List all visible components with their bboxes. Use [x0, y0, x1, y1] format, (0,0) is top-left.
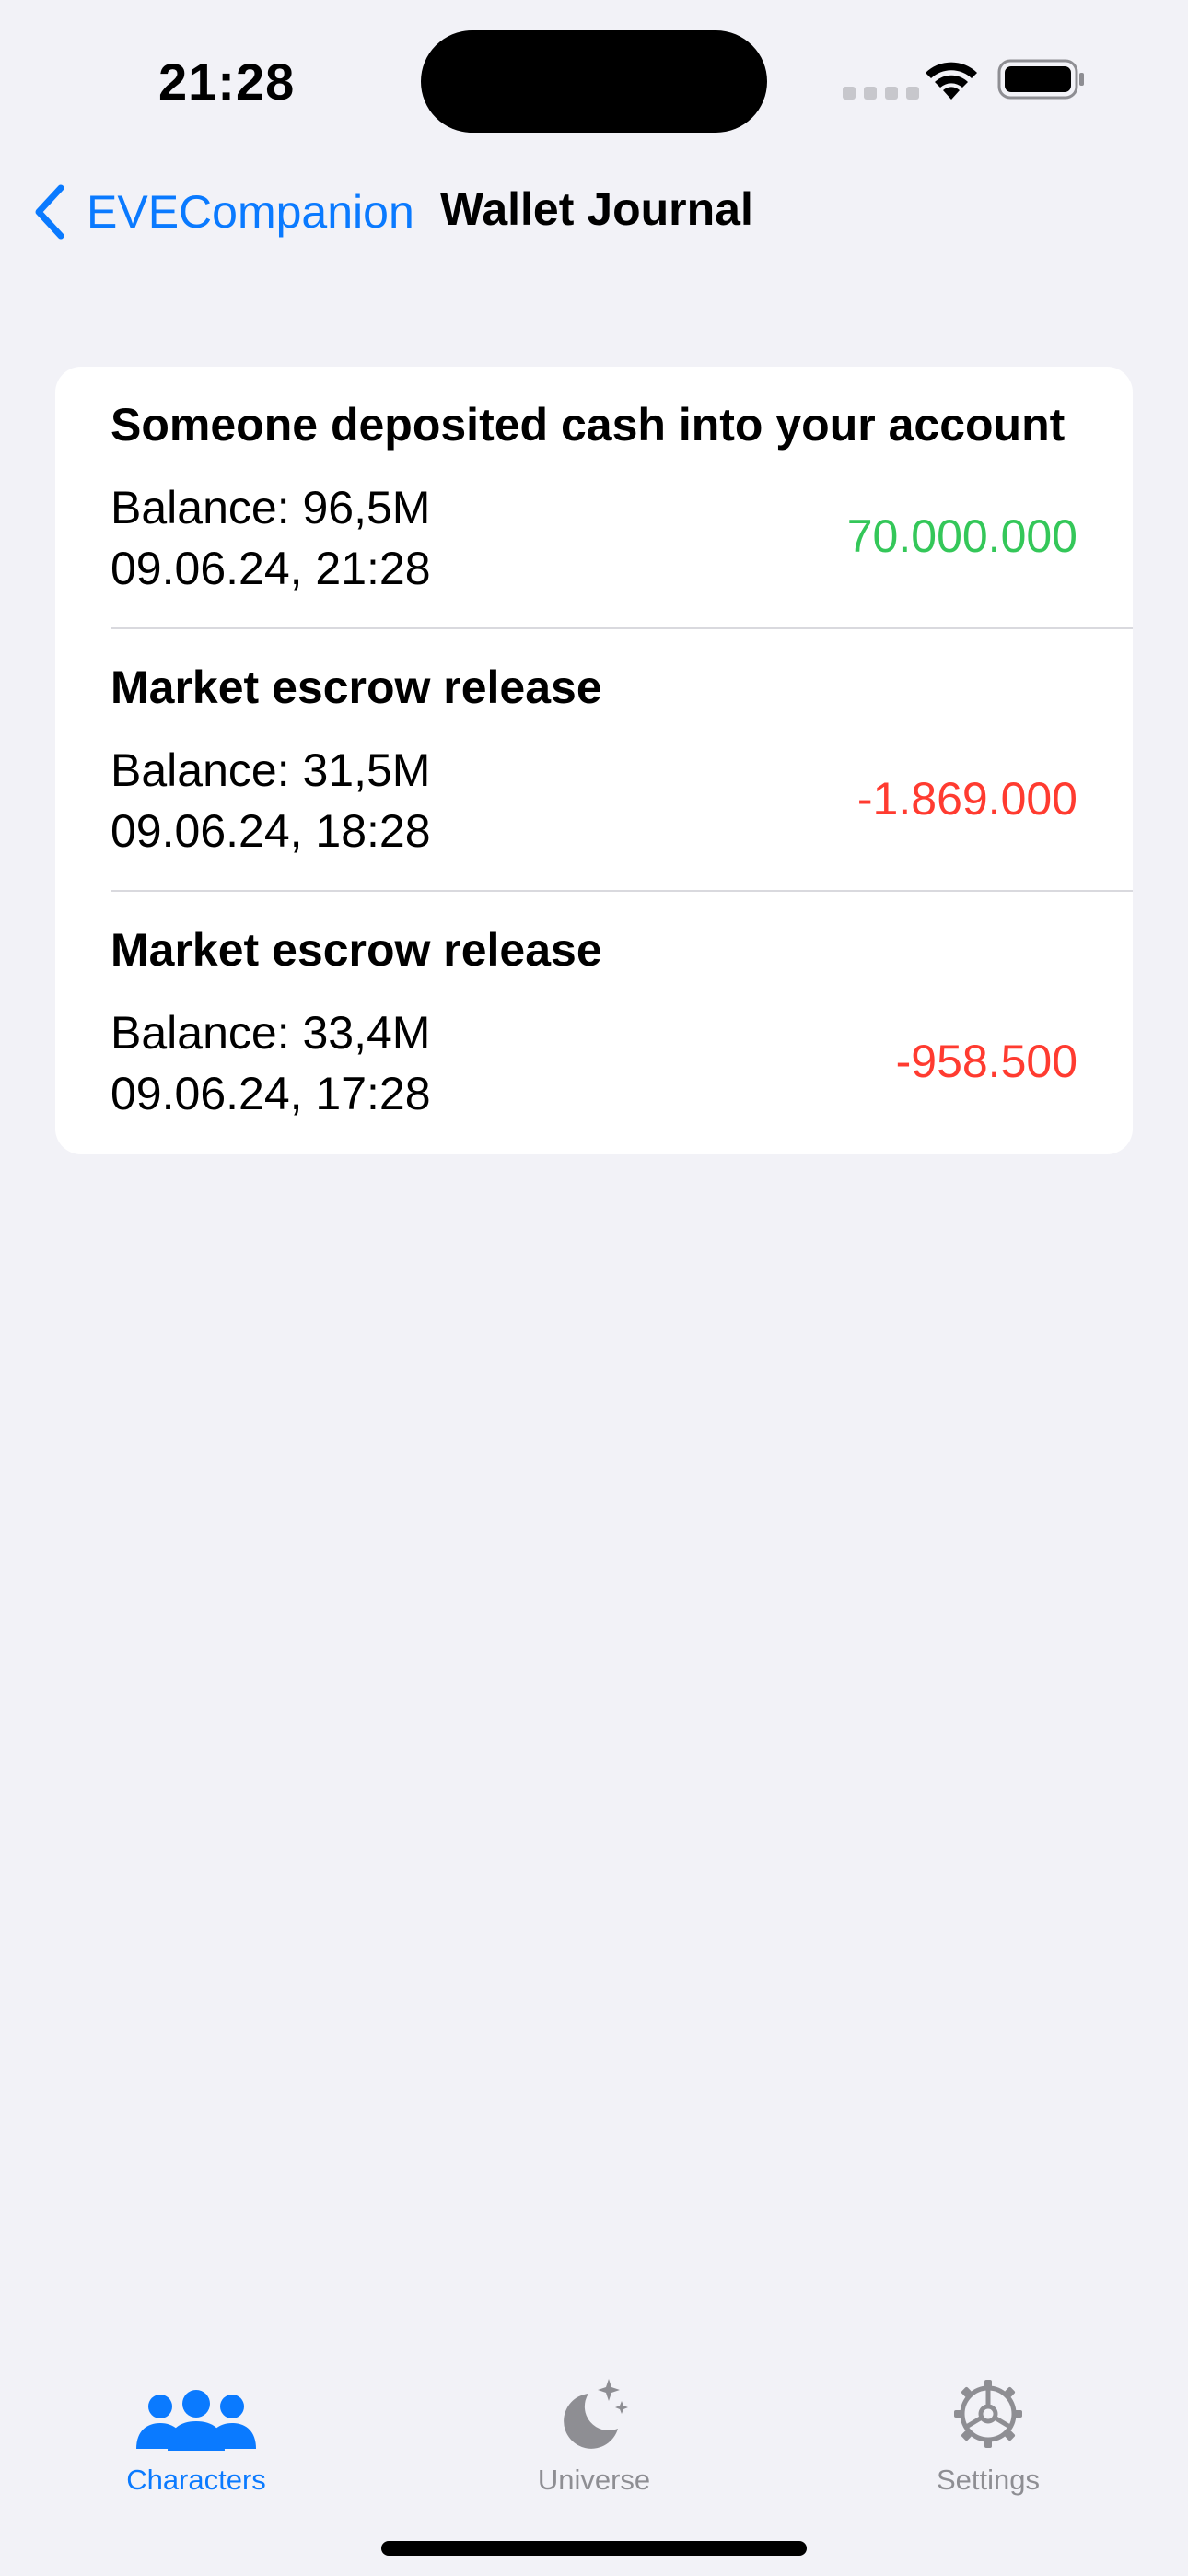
- entry-amount: 70.000.000: [846, 510, 1077, 562]
- entry-date: 09.06.24, 17:28: [111, 1068, 431, 1119]
- entry-title: Market escrow release: [111, 662, 602, 713]
- entry-amount: -1.869.000: [856, 773, 1077, 825]
- tab-label: Settings: [936, 2464, 1040, 2496]
- dynamic-island: [421, 30, 767, 133]
- status-bar: 21:28: [0, 0, 1188, 157]
- entry-balance: Balance: 31,5M: [111, 744, 431, 796]
- tab-universe[interactable]: Universe: [474, 2368, 714, 2506]
- wifi-icon: [926, 62, 977, 100]
- home-indicator: [381, 2541, 807, 2556]
- chevron-left-icon: [35, 184, 64, 240]
- entry-title: Someone deposited cash into your account: [111, 399, 1066, 451]
- entry-balance: Balance: 96,5M: [111, 482, 431, 533]
- tab-label: Characters: [126, 2464, 266, 2496]
- navigation-bar: EVECompanion Wallet Journal: [0, 166, 1188, 258]
- back-button-label: EVECompanion: [87, 186, 414, 238]
- journal-entry-row[interactable]: Someone deposited cash into your account…: [55, 367, 1133, 629]
- entry-balance: Balance: 33,4M: [111, 1007, 431, 1059]
- entry-date: 09.06.24, 18:28: [111, 805, 431, 857]
- gear-icon: [954, 2380, 1022, 2448]
- entry-date: 09.06.24, 21:28: [111, 543, 431, 594]
- status-time: 21:28: [158, 53, 296, 111]
- page-title: Wallet Journal: [440, 183, 753, 235]
- moon-stars-icon: [564, 2379, 628, 2449]
- wallet-journal-list: Someone deposited cash into your account…: [55, 367, 1133, 1154]
- tab-label: Universe: [537, 2464, 651, 2496]
- screen: 21:28 EVECompanion Wallet Journal Someon…: [0, 0, 1188, 2576]
- journal-entry-row[interactable]: Market escrow release Balance: 31,5M 09.…: [55, 629, 1133, 892]
- entry-title: Market escrow release: [111, 924, 602, 976]
- tab-settings[interactable]: Settings: [868, 2368, 1108, 2506]
- entry-amount: -958.500: [895, 1036, 1077, 1087]
- people-icon: [136, 2390, 256, 2451]
- back-button[interactable]: EVECompanion: [31, 175, 414, 249]
- cellular-signal-icon: [843, 87, 919, 100]
- journal-entry-row[interactable]: Market escrow release Balance: 33,4M 09.…: [55, 892, 1133, 1154]
- battery-icon: [997, 59, 1084, 100]
- tab-characters[interactable]: Characters: [76, 2368, 316, 2506]
